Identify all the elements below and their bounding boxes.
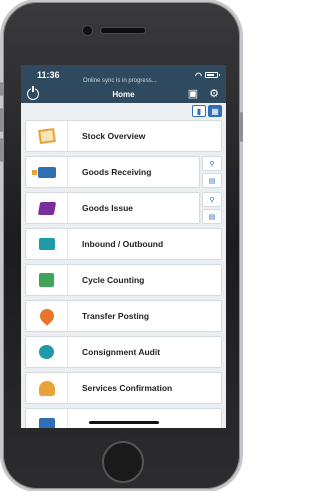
menu-item-consignment-audit[interactable]: Consignment Audit — [25, 336, 222, 368]
exchange-icon — [38, 238, 55, 250]
menu-item-label: Goods Issue — [82, 203, 134, 213]
status-bar: 11:36 Online sync is in progress... ◠ — [21, 65, 226, 85]
phone-frame: 11:36 Online sync is in progress... ◠ Ho… — [0, 2, 243, 489]
home-indicator[interactable] — [89, 421, 159, 424]
tile-icon-wrap — [26, 193, 68, 223]
tile-icon-wrap — [26, 373, 68, 403]
menu-item-partial[interactable] — [25, 408, 222, 428]
app-screen: 11:36 Online sync is in progress... ◠ Ho… — [21, 65, 226, 428]
menu-item-label: Stock Overview — [82, 131, 146, 141]
grid-view-icon[interactable]: ▦ — [208, 105, 222, 117]
earpiece-speaker — [101, 28, 145, 33]
volume-up-button — [0, 108, 3, 132]
truck-icon — [31, 166, 56, 178]
audit-icon — [39, 345, 54, 359]
service-icon — [38, 380, 55, 396]
tile-icon-wrap — [26, 121, 68, 151]
menu-item-stock-overview[interactable]: Stock Overview — [25, 120, 222, 152]
transfer-icon — [36, 306, 57, 326]
side-actions: ⚲ ▤ — [202, 156, 222, 188]
cart-icon — [37, 201, 56, 215]
tile-icon-wrap — [26, 265, 68, 295]
menu-list: Stock Overview Goods Receiving ⚲ ▤ Goods… — [21, 119, 226, 428]
front-camera — [83, 26, 92, 35]
tile-card[interactable] — [25, 408, 222, 428]
menu-item-inbound-outbound[interactable]: Inbound / Outbound — [25, 228, 222, 260]
view-toggle: ▮ ▦ — [21, 103, 226, 119]
menu-item-transfer-posting[interactable]: Transfer Posting — [25, 300, 222, 332]
sync-status-text: Online sync is in progress... — [83, 78, 157, 84]
box-icon — [37, 127, 56, 145]
mute-switch — [0, 82, 3, 96]
tile-icon-wrap — [26, 337, 68, 367]
menu-item-label: Transfer Posting — [82, 311, 150, 321]
tile-card[interactable]: Inbound / Outbound — [25, 228, 222, 260]
home-button[interactable] — [102, 441, 144, 483]
side-actions: ⚲ ▤ — [202, 192, 222, 224]
cube-icon — [39, 273, 54, 287]
menu-item-label: Goods Receiving — [82, 167, 152, 177]
power-side-button — [240, 112, 243, 142]
barcode-icon[interactable]: ▤ — [202, 209, 222, 224]
barcode-icon[interactable]: ▤ — [202, 173, 222, 188]
menu-item-services-confirmation[interactable]: Services Confirmation — [25, 372, 222, 404]
menu-item-goods-receiving[interactable]: Goods Receiving ⚲ ▤ — [25, 156, 222, 188]
status-time: 11:36 — [37, 70, 60, 80]
tile-card[interactable]: Transfer Posting — [25, 300, 222, 332]
tile-card[interactable]: Consignment Audit — [25, 336, 222, 368]
menu-item-goods-issue[interactable]: Goods Issue ⚲ ▤ — [25, 192, 222, 224]
menu-item-label: Inbound / Outbound — [82, 239, 164, 249]
status-indicators: ◠ — [195, 70, 220, 80]
menu-icon — [38, 418, 55, 428]
tile-icon-wrap — [26, 157, 68, 187]
tile-card[interactable]: Stock Overview — [25, 120, 222, 152]
gear-icon[interactable]: ⚙ — [208, 88, 220, 100]
app-header: Home ▣ ⚙ — [21, 85, 226, 103]
menu-item-label: Cycle Counting — [82, 275, 145, 285]
tile-icon-wrap — [26, 301, 68, 331]
tile-card[interactable]: Goods Receiving — [25, 156, 200, 188]
volume-down-button — [0, 138, 3, 162]
menu-item-label: Consignment Audit — [82, 347, 161, 357]
battery-icon — [205, 72, 220, 78]
wifi-icon: ◠ — [195, 70, 202, 80]
tile-card[interactable]: Services Confirmation — [25, 372, 222, 404]
search-icon[interactable]: ⚲ — [202, 192, 222, 207]
search-icon[interactable]: ⚲ — [202, 156, 222, 171]
tile-icon-wrap — [26, 409, 68, 428]
menu-item-label: Services Confirmation — [82, 383, 173, 393]
sync-settings-icon[interactable]: ▣ — [187, 88, 199, 100]
tile-card[interactable]: Cycle Counting — [25, 264, 222, 296]
tile-card[interactable]: Goods Issue — [25, 192, 200, 224]
tile-icon-wrap — [26, 229, 68, 259]
menu-item-cycle-counting[interactable]: Cycle Counting — [25, 264, 222, 296]
bar-chart-view-icon[interactable]: ▮ — [192, 105, 206, 117]
